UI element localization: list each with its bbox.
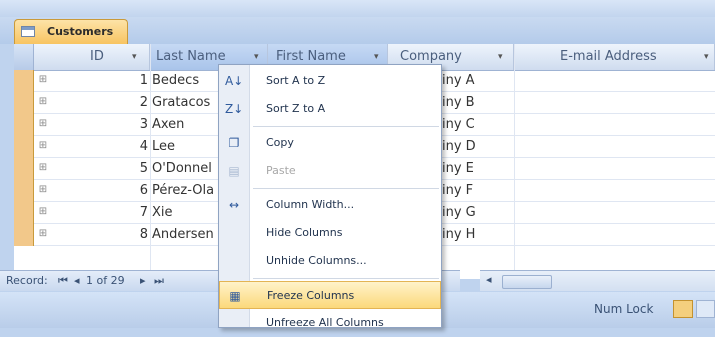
record-selector[interactable] <box>14 158 34 180</box>
menu-item-sort-a-to-z[interactable]: A↓ Sort A to Z <box>219 67 441 95</box>
cell-id[interactable]: 3 <box>56 114 150 136</box>
cell-id[interactable]: 7 <box>56 202 150 224</box>
record-label: Record: <box>6 274 48 287</box>
cell-company[interactable]: iny E <box>442 158 532 180</box>
expand-icon[interactable]: ⊞ <box>38 229 48 239</box>
paste-icon: ▤ <box>228 164 240 178</box>
expand-icon[interactable]: ⊞ <box>38 75 48 85</box>
column-header-label: E-mail Address <box>560 49 657 64</box>
cell-last-name[interactable]: Axen <box>152 114 226 136</box>
tab-label: Customers <box>47 25 114 38</box>
datasheet-view-button[interactable] <box>673 300 693 318</box>
cell-last-name[interactable]: Gratacos <box>152 92 226 114</box>
cell-company[interactable]: iny H <box>442 224 532 246</box>
record-selector[interactable] <box>14 224 34 246</box>
menu-item-label: Paste <box>266 164 296 177</box>
expand-icon[interactable]: ⊞ <box>38 185 48 195</box>
cell-id[interactable]: 4 <box>56 136 150 158</box>
table-icon <box>21 26 35 37</box>
menu-item-label: Freeze Columns <box>267 289 355 302</box>
cell-id[interactable]: 5 <box>56 158 150 180</box>
record-position[interactable]: 1 of 29 <box>86 271 125 291</box>
cell-last-name[interactable]: Xie <box>152 202 226 224</box>
prev-record-icon[interactable]: ◂ <box>74 271 80 291</box>
menu-item-label: Unhide Columns... <box>266 254 367 267</box>
record-selector[interactable] <box>14 114 34 136</box>
expand-icon[interactable]: ⊞ <box>38 163 48 173</box>
horizontal-scrollbar[interactable]: ◂ <box>480 270 715 291</box>
cell-last-name[interactable]: Bedecs <box>152 70 226 92</box>
column-header-email[interactable]: E-mail Address ▾ <box>514 44 715 70</box>
cell-last-name[interactable]: Andersen <box>152 224 226 246</box>
menu-item-sort-z-to-a[interactable]: Z↓ Sort Z to A <box>219 95 441 123</box>
cell-company[interactable]: iny B <box>442 92 532 114</box>
copy-icon: ❐ <box>228 136 240 150</box>
expand-icon[interactable]: ⊞ <box>38 97 48 107</box>
select-all-button[interactable] <box>14 44 34 70</box>
menu-item-copy[interactable]: ❐ Copy <box>219 129 441 157</box>
cell-last-name[interactable]: Pérez-Ola <box>152 180 226 202</box>
sort-dropdown-icon[interactable]: ▾ <box>498 44 503 70</box>
menu-item-unfreeze-all-columns[interactable]: Unfreeze All Columns <box>219 309 441 337</box>
last-record-icon[interactable]: ⏭ <box>154 271 164 291</box>
context-menu: A↓ Sort A to Z Z↓ Sort Z to A ❐ Copy ▤ P… <box>218 64 442 329</box>
menu-item-label: Sort Z to A <box>266 102 326 115</box>
expand-icon[interactable]: ⊞ <box>38 141 48 151</box>
column-header-label: Last Name <box>156 49 226 64</box>
menu-item-column-width[interactable]: ↔ Column Width... <box>219 191 441 219</box>
freeze-columns-icon: ▦ <box>229 289 241 303</box>
cell-company[interactable]: iny G <box>442 202 532 224</box>
menu-item-label: Sort A to Z <box>266 74 326 87</box>
menu-item-label: Hide Columns <box>266 226 343 239</box>
cell-id[interactable]: 8 <box>56 224 150 246</box>
menu-separator <box>253 278 439 279</box>
tab-customers[interactable]: Customers <box>14 19 128 45</box>
design-view-button[interactable] <box>696 300 715 318</box>
cell-company[interactable]: iny C <box>442 114 532 136</box>
menu-item-paste[interactable]: ▤ Paste <box>219 157 441 185</box>
record-selector[interactable] <box>14 202 34 224</box>
menu-separator <box>253 188 439 189</box>
cell-last-name[interactable]: O'Donnel <box>152 158 226 180</box>
cell-company[interactable]: iny F <box>442 180 532 202</box>
next-record-icon[interactable]: ▸ <box>140 271 146 291</box>
cell-id[interactable]: 2 <box>56 92 150 114</box>
menu-item-label: Unfreeze All Columns <box>266 316 384 329</box>
first-record-icon[interactable]: ⏮ <box>58 271 68 291</box>
menu-item-label: Column Width... <box>266 198 355 211</box>
record-selector[interactable] <box>14 70 34 92</box>
record-selector[interactable] <box>14 136 34 158</box>
cell-id[interactable]: 6 <box>56 180 150 202</box>
menu-item-unhide-columns[interactable]: Unhide Columns... <box>219 247 441 275</box>
ribbon-bar <box>0 0 715 17</box>
menu-separator <box>253 126 439 127</box>
column-header-label: ID <box>90 49 104 64</box>
scrollbar-thumb[interactable] <box>502 275 552 289</box>
cell-id[interactable]: 1 <box>56 70 150 92</box>
sort-descending-icon: Z↓ <box>225 102 244 116</box>
expand-icon[interactable]: ⊞ <box>38 119 48 129</box>
record-selector[interactable] <box>14 92 34 114</box>
num-lock-indicator: Num Lock <box>594 302 654 316</box>
cell-last-name[interactable]: Lee <box>152 136 226 158</box>
cell-company[interactable]: iny D <box>442 136 532 158</box>
record-selector[interactable] <box>14 180 34 202</box>
menu-item-hide-columns[interactable]: Hide Columns <box>219 219 441 247</box>
column-width-icon: ↔ <box>228 198 240 212</box>
menu-item-label: Copy <box>266 136 294 149</box>
sort-dropdown-icon[interactable]: ▾ <box>132 44 137 70</box>
cell-company[interactable]: iny A <box>442 70 532 92</box>
scroll-left-icon[interactable]: ◂ <box>486 273 492 286</box>
sort-dropdown-icon[interactable]: ▾ <box>704 44 709 70</box>
menu-item-freeze-columns[interactable]: ▦ Freeze Columns <box>219 281 441 309</box>
column-header-id[interactable]: ID ▾ <box>34 44 150 70</box>
expand-icon[interactable]: ⊞ <box>38 207 48 217</box>
sort-ascending-icon: A↓ <box>225 74 244 88</box>
